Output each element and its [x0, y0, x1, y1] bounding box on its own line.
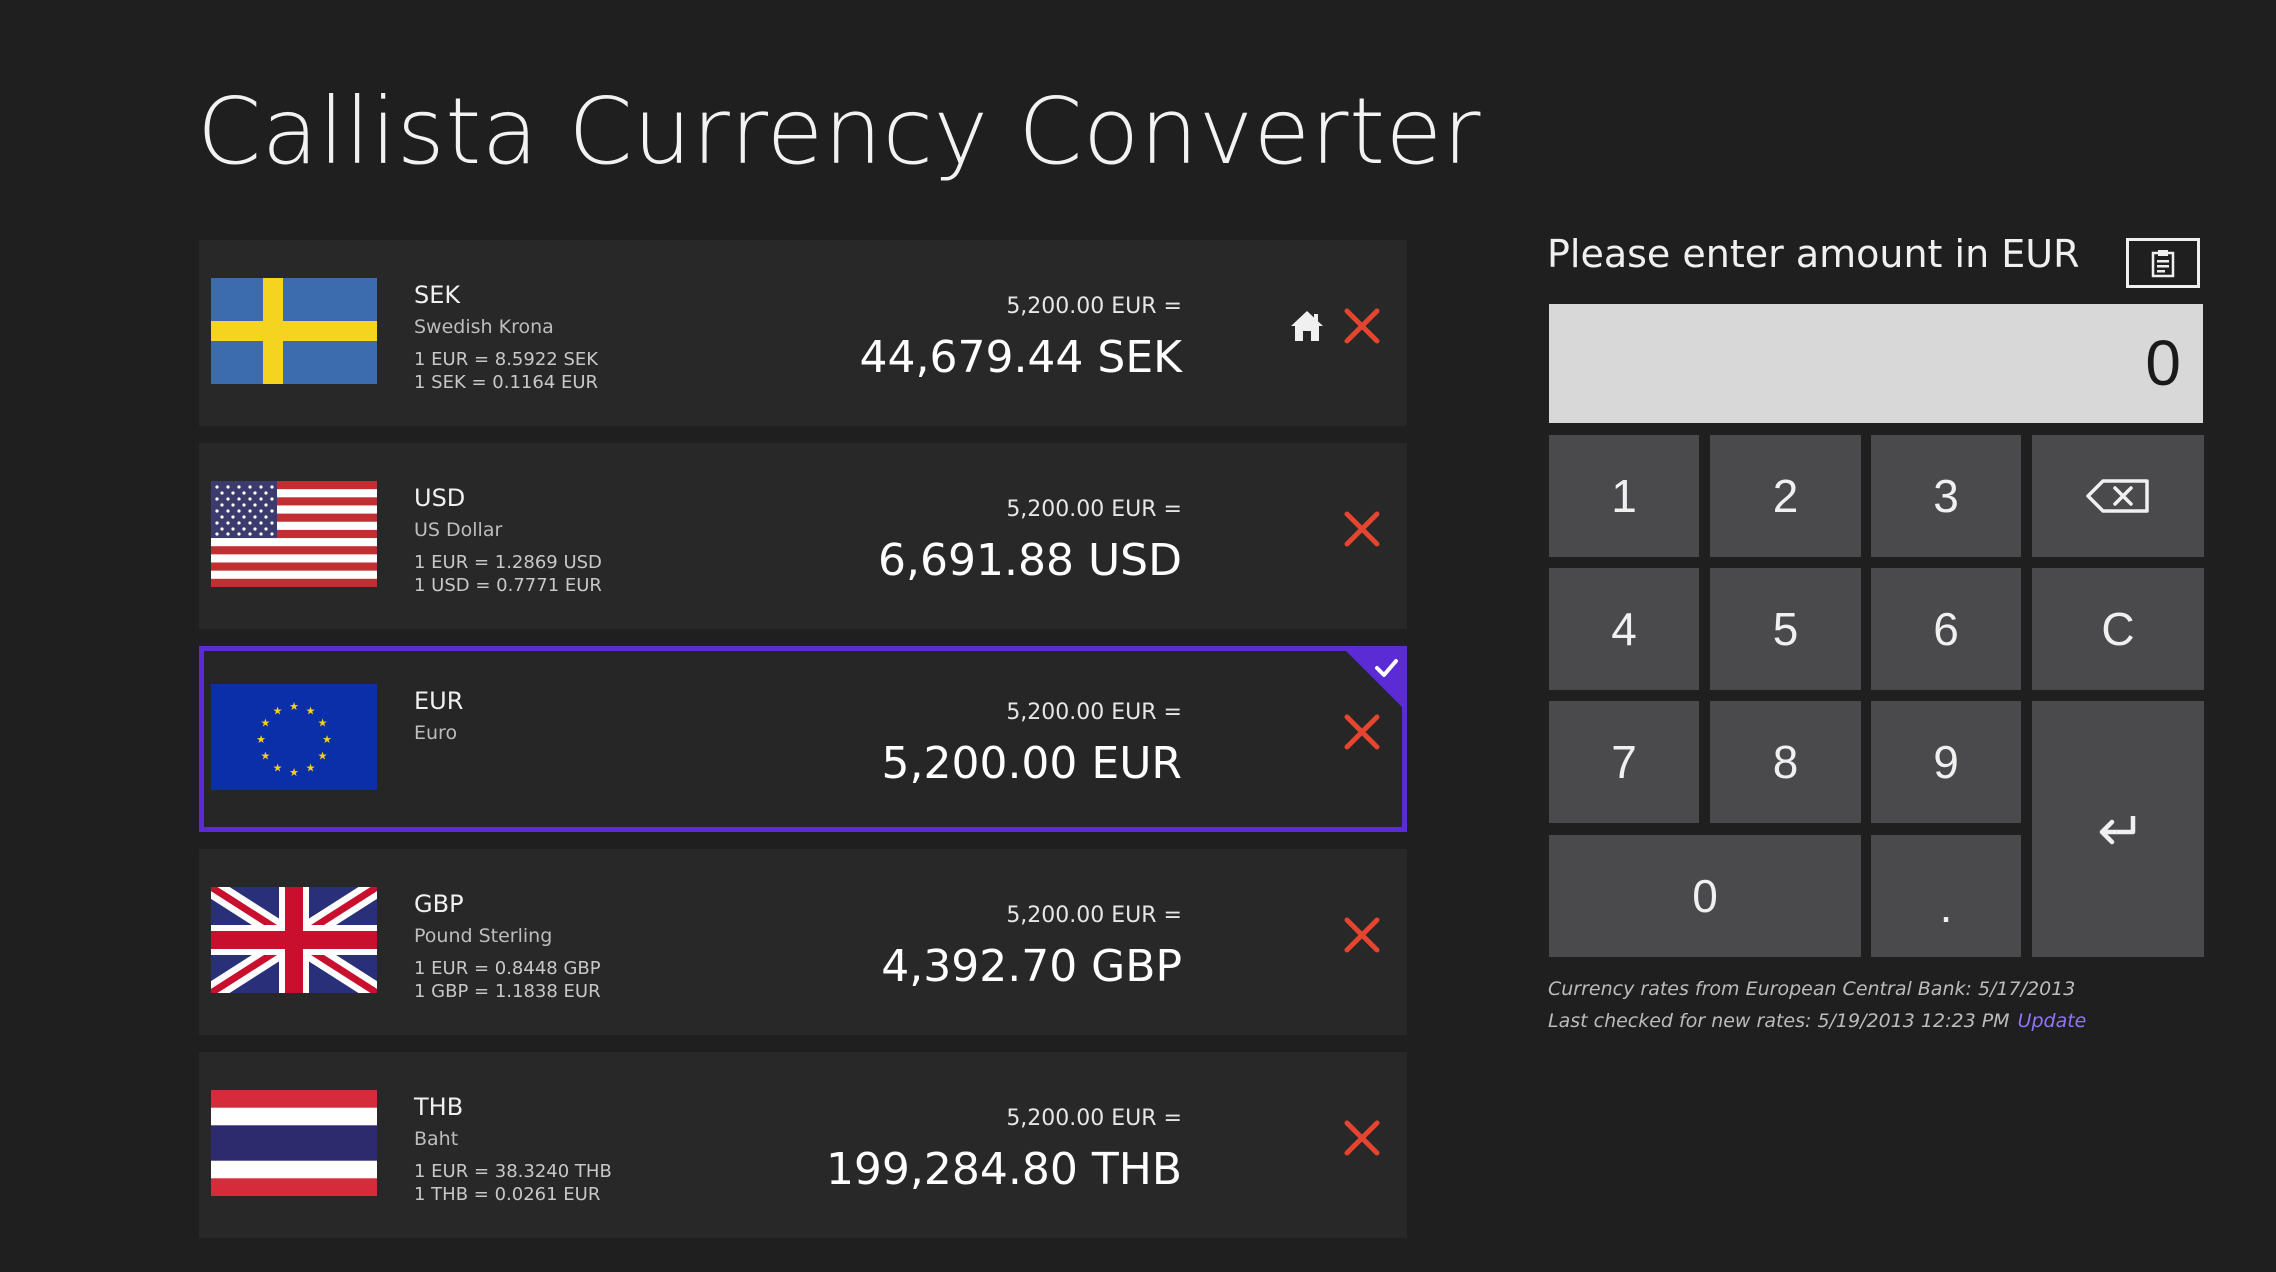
- converted-amount: 5,200.00 EUR: [881, 738, 1182, 789]
- check-icon: [1345, 650, 1403, 708]
- key-6[interactable]: 6: [1871, 568, 2021, 690]
- svg-text:★: ★: [256, 733, 266, 746]
- converted-amount: 199,284.80 THB: [825, 1144, 1182, 1195]
- amount-block: 5,200.00 EUR = 5,200.00 EUR: [881, 698, 1182, 794]
- last-checked-line: Last checked for new rates: 5/19/2013 12…: [1548, 1010, 2086, 1032]
- currency-name: US Dollar: [414, 519, 503, 541]
- key-4[interactable]: 4: [1549, 568, 1699, 690]
- rate-line: 1 EUR = 0.8448 GBP: [414, 958, 601, 979]
- amount-prompt: Please enter amount in EUR: [1547, 232, 2080, 276]
- base-amount: 5,200.00 EUR =: [1006, 497, 1182, 522]
- key-1[interactable]: 1: [1549, 435, 1699, 557]
- rate-line: 1 EUR = 38.3240 THB: [414, 1161, 612, 1182]
- converted-amount: 44,679.44 SEK: [859, 332, 1182, 383]
- currency-name: Euro: [414, 722, 458, 744]
- close-icon[interactable]: [1339, 303, 1385, 349]
- currency-rates: 1 EUR = 1.2869 USD 1 USD = 0.7771 EUR: [414, 551, 674, 597]
- rate-line: 1 EUR = 1.2869 USD: [414, 552, 602, 573]
- base-amount: 5,200.00 EUR =: [1006, 903, 1182, 928]
- svg-text:★: ★: [306, 762, 316, 775]
- rate-line: 1 THB = 0.0261 EUR: [414, 1184, 601, 1205]
- clipboard-icon: [2151, 250, 2175, 278]
- amount-block: 5,200.00 EUR = 199,284.80 THB: [826, 1104, 1182, 1200]
- svg-text:★: ★: [306, 704, 316, 717]
- key-3[interactable]: 3: [1871, 435, 2021, 557]
- uk-flag-icon: [211, 887, 377, 993]
- rate-line: 1 SEK = 0.1164 EUR: [414, 372, 599, 393]
- rates-source-text: Currency rates from European Central Ban…: [1548, 978, 2076, 1000]
- rate-line: 1 EUR = 8.5922 SEK: [414, 349, 599, 370]
- close-icon[interactable]: [1339, 912, 1385, 958]
- currency-row-sek[interactable]: SEK Swedish Krona 1 EUR = 8.5922 SEK 1 S…: [199, 240, 1407, 426]
- base-amount: 5,200.00 EUR =: [1006, 294, 1182, 319]
- app-title: Callista Currency Converter: [197, 78, 1481, 185]
- currency-code: THB: [414, 1093, 464, 1121]
- key-7[interactable]: 7: [1549, 701, 1699, 823]
- enter-icon: [2099, 816, 2136, 845]
- currency-row-gbp[interactable]: GBP Pound Sterling 1 EUR = 0.8448 GBP 1 …: [199, 849, 1407, 1035]
- close-icon[interactable]: [1339, 1115, 1385, 1161]
- svg-text:★: ★: [260, 717, 270, 730]
- amount-block: 5,200.00 EUR = 44,679.44 SEK: [859, 292, 1182, 388]
- currency-name: Pound Sterling: [414, 925, 553, 947]
- key-2[interactable]: 2: [1710, 435, 1861, 557]
- svg-text:★: ★: [273, 704, 283, 717]
- app-window: Callista Currency Converter SEK Swedish …: [0, 0, 2276, 1272]
- key-decimal[interactable]: .: [1871, 835, 2021, 957]
- key-5[interactable]: 5: [1710, 568, 1861, 690]
- backspace-icon: [2086, 479, 2149, 513]
- svg-text:★: ★: [318, 750, 328, 763]
- currency-info: THB Baht 1 EUR = 38.3240 THB 1 THB = 0.0…: [414, 1092, 674, 1206]
- currency-name: Swedish Krona: [414, 316, 554, 338]
- sweden-flag-icon: [211, 278, 377, 384]
- usa-flag-icon: [211, 481, 377, 587]
- currency-code: EUR: [414, 687, 464, 715]
- enter-button[interactable]: [2032, 701, 2204, 957]
- amount-display[interactable]: 0: [1549, 304, 2203, 423]
- thailand-flag-icon: [211, 1090, 377, 1196]
- rate-line: 1 GBP = 1.1838 EUR: [414, 981, 601, 1002]
- key-0[interactable]: 0: [1549, 835, 1861, 957]
- svg-text:★: ★: [260, 750, 270, 763]
- svg-text:★: ★: [322, 733, 332, 746]
- clear-button[interactable]: C: [2032, 568, 2204, 690]
- backspace-button[interactable]: [2032, 435, 2204, 557]
- svg-text:★: ★: [289, 766, 299, 779]
- eu-flag-icon: ★ ★ ★ ★ ★ ★ ★ ★ ★ ★ ★ ★: [211, 684, 377, 790]
- key-9[interactable]: 9: [1871, 701, 2021, 823]
- currency-info: GBP Pound Sterling 1 EUR = 0.8448 GBP 1 …: [414, 889, 674, 1003]
- amount-block: 5,200.00 EUR = 4,392.70 GBP: [881, 901, 1182, 997]
- currency-code: USD: [414, 484, 466, 512]
- currency-row-usd[interactable]: USD US Dollar 1 EUR = 1.2869 USD 1 USD =…: [199, 443, 1407, 629]
- home-icon[interactable]: [1287, 306, 1327, 346]
- currency-rates: 1 EUR = 8.5922 SEK 1 SEK = 0.1164 EUR: [414, 348, 674, 394]
- currency-rates: 1 EUR = 0.8448 GBP 1 GBP = 1.1838 EUR: [414, 957, 674, 1003]
- key-8[interactable]: 8: [1710, 701, 1861, 823]
- last-checked-text: Last checked for new rates: 5/19/2013 12…: [1548, 1010, 2010, 1032]
- currency-row-eur[interactable]: ★ ★ ★ ★ ★ ★ ★ ★ ★ ★ ★ ★ EUR Euro 5,200.0…: [199, 646, 1407, 832]
- currency-rates: 1 EUR = 38.3240 THB 1 THB = 0.0261 EUR: [414, 1160, 674, 1206]
- base-amount: 5,200.00 EUR =: [1006, 1106, 1182, 1131]
- currency-code: SEK: [414, 281, 461, 309]
- converted-amount: 6,691.88 USD: [878, 535, 1182, 586]
- svg-text:★: ★: [273, 762, 283, 775]
- converted-amount: 4,392.70 GBP: [881, 941, 1182, 992]
- svg-text:★: ★: [318, 717, 328, 730]
- currency-name: Baht: [414, 1128, 459, 1150]
- currency-code: GBP: [414, 890, 464, 918]
- currency-info: EUR Euro: [414, 686, 674, 748]
- currency-info: SEK Swedish Krona 1 EUR = 8.5922 SEK 1 S…: [414, 280, 674, 394]
- paste-button[interactable]: [2126, 238, 2200, 288]
- update-link[interactable]: Update: [2018, 1010, 2087, 1032]
- svg-text:★: ★: [289, 700, 299, 713]
- currency-info: USD US Dollar 1 EUR = 1.2869 USD 1 USD =…: [414, 483, 674, 597]
- close-icon[interactable]: [1339, 709, 1385, 755]
- base-amount: 5,200.00 EUR =: [1006, 700, 1182, 725]
- currency-row-thb[interactable]: THB Baht 1 EUR = 38.3240 THB 1 THB = 0.0…: [199, 1052, 1407, 1238]
- amount-block: 5,200.00 EUR = 6,691.88 USD: [878, 495, 1182, 591]
- rate-line: 1 USD = 0.7771 EUR: [414, 575, 602, 596]
- close-icon[interactable]: [1339, 506, 1385, 552]
